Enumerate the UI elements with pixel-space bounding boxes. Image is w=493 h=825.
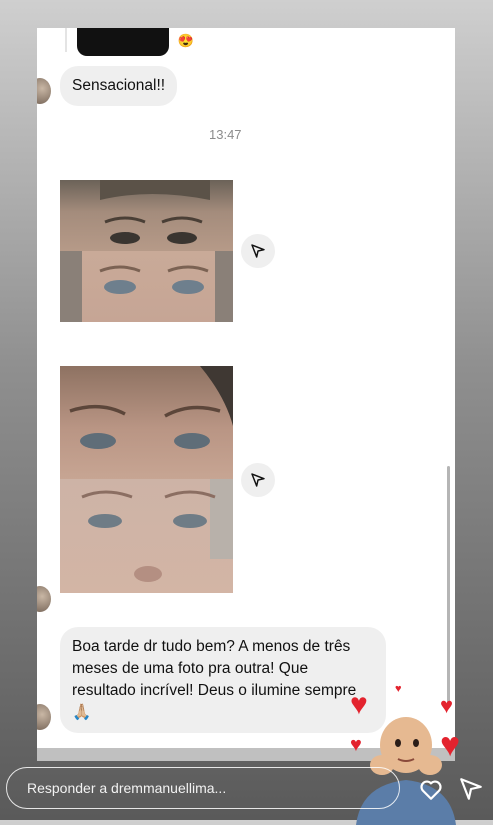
face-eyes-graphic — [60, 251, 233, 322]
share-photo-button[interactable] — [241, 234, 275, 268]
message-text: Boa tarde dr tudo bem? A menos de três m… — [72, 638, 357, 721]
message-bubble-2[interactable]: Boa tarde dr tudo bem? A menos de três m… — [60, 627, 386, 733]
shared-photo-2[interactable] — [60, 366, 233, 593]
send-icon — [251, 244, 265, 258]
photo-after — [60, 251, 233, 322]
avatar[interactable] — [37, 78, 51, 104]
message-timestamp: 13:47 — [209, 127, 242, 142]
reply-input[interactable] — [25, 779, 399, 797]
reply-field[interactable] — [6, 767, 400, 809]
avatar[interactable] — [37, 586, 51, 612]
avatar[interactable] — [37, 704, 51, 730]
message-bubble-1[interactable]: Sensacional!! — [60, 66, 178, 106]
share-icon[interactable] — [458, 776, 484, 802]
shared-media-thumbnail[interactable]: 😍 — [77, 28, 197, 56]
scrollbar[interactable] — [447, 466, 450, 706]
face-eyes-graphic — [100, 180, 210, 244]
message-text: Sensacional!! — [72, 77, 166, 94]
share-photo-button[interactable] — [241, 463, 275, 497]
photo-after — [60, 479, 233, 593]
photo-before — [60, 366, 233, 479]
face-eyes-graphic — [69, 366, 233, 449]
face-eyes-graphic — [81, 479, 233, 582]
send-icon — [251, 473, 265, 487]
shared-photo-1[interactable] — [60, 180, 233, 322]
reply-thread-line — [65, 28, 67, 52]
heart-icon[interactable] — [418, 776, 444, 802]
story-frame: 😍 Sensacional!! 13:47 Boa tarde dr tudo … — [37, 28, 455, 748]
heart-sticker: ♥ — [395, 683, 402, 695]
photo-before — [60, 180, 233, 251]
emoji-sticker: 😍 — [175, 30, 197, 52]
